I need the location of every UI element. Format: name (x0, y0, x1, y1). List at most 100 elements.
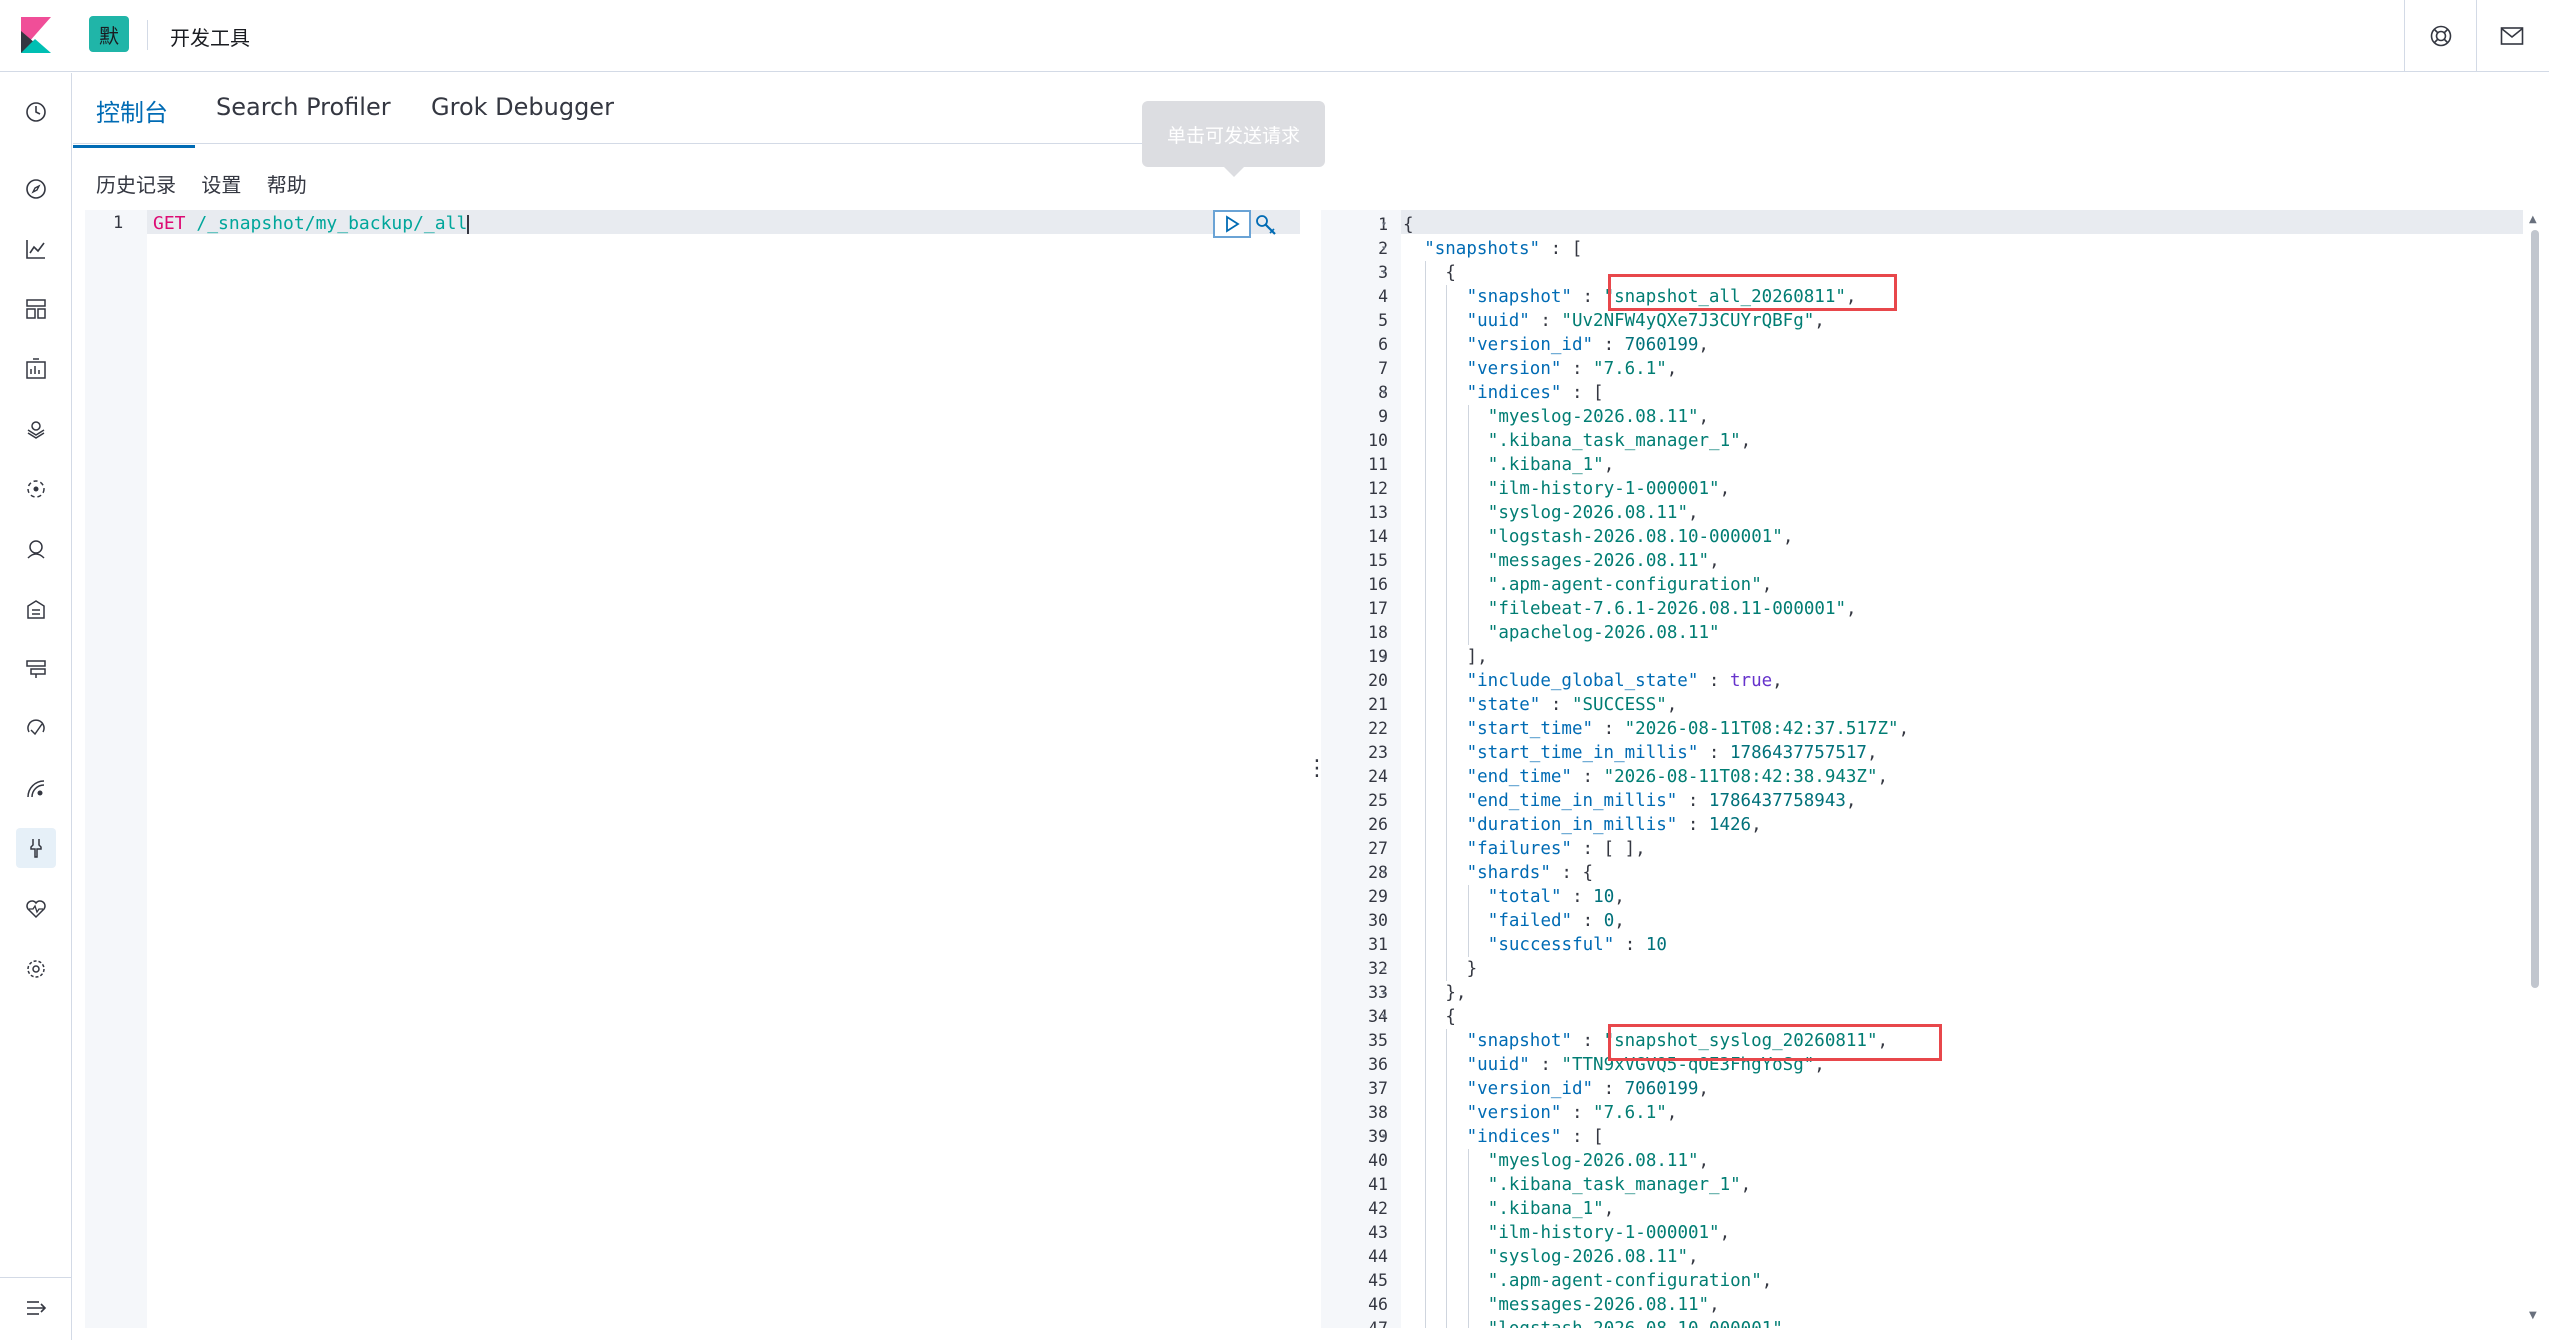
header-divider (2476, 0, 2477, 72)
indent-guide (1446, 309, 1448, 333)
line-number: 5 (1378, 311, 1388, 330)
send-request-tooltip: 单击可发送请求 (1142, 101, 1325, 167)
fold-open-icon[interactable]: ▾ (1381, 1005, 1387, 1029)
scrollbar-thumb[interactable] (2531, 230, 2539, 988)
code-token: "logstash-2026.08.10-000001" (1488, 1319, 1783, 1328)
code-token: "myeslog-2026.08.11" (1487, 1151, 1699, 1171)
code-token: 7060199 (1624, 335, 1699, 355)
code-text: "duration_in_millis" : 1426, (1467, 813, 1762, 837)
indent-guide (1425, 861, 1427, 885)
kibana-logo-icon[interactable] (21, 17, 51, 53)
code-token: "failures" (1466, 839, 1572, 859)
indent-guide (1425, 285, 1427, 309)
indent-guide (1446, 1245, 1448, 1269)
fold-open-icon[interactable]: ▾ (1381, 213, 1387, 237)
code-token: 1786437758943 (1708, 791, 1846, 811)
code-token: , (1761, 1271, 1773, 1291)
code-text: ".apm-agent-configuration", (1488, 573, 1772, 597)
logs-icon[interactable] (21, 594, 51, 624)
code-token: , (1740, 431, 1752, 451)
compass-icon[interactable] (21, 174, 51, 204)
chart-icon[interactable] (21, 234, 51, 264)
monitoring-icon[interactable] (21, 894, 51, 924)
mail-icon[interactable] (2498, 22, 2526, 50)
request-editor[interactable]: 1 GET /_snapshot/my_backup/_all (85, 210, 1300, 1328)
ml-icon[interactable] (21, 474, 51, 504)
scroll-down-icon[interactable]: ▼ (2529, 1310, 2537, 1321)
response-scrollbar[interactable]: ▲ ▼ (2525, 210, 2549, 1328)
code-token: "2026-08-11T08:42:38.943Z" (1603, 767, 1878, 787)
tab-grok-debugger[interactable]: Grok Debugger (431, 93, 614, 121)
indent-guide (1425, 1197, 1427, 1221)
fold-open-icon[interactable]: ▾ (1381, 261, 1387, 285)
settings-link[interactable]: 设置 (201, 173, 241, 197)
indent-guide (1425, 765, 1427, 789)
indent-guide (1425, 525, 1427, 549)
fold-close-icon[interactable]: ▴ (1381, 957, 1387, 981)
tab-search-profiler[interactable]: Search Profiler (216, 93, 391, 121)
send-request-button[interactable] (1213, 210, 1251, 238)
code-text: "successful" : 10 (1488, 933, 1667, 957)
fold-close-icon[interactable]: ▴ (1381, 981, 1387, 1005)
fold-open-icon[interactable]: ▾ (1381, 237, 1387, 261)
apm-icon[interactable] (21, 714, 51, 744)
code-token: , (1687, 1247, 1699, 1267)
menu-dock-icon[interactable] (21, 1293, 51, 1323)
code-text: "logstash-2026.08.10-000001", (1488, 525, 1794, 549)
line-number: 17 (1368, 599, 1388, 618)
infra-icon[interactable] (21, 654, 51, 684)
dashboard-icon[interactable] (21, 294, 51, 324)
actions-wrench-button[interactable] (1252, 212, 1280, 238)
indent-guide (1446, 597, 1448, 621)
code-line: 26 "duration_in_millis" : 1426, (1321, 813, 2523, 837)
line-number: 46 (1368, 1295, 1388, 1314)
code-token: "apachelog-2026.08.11" (1487, 623, 1720, 643)
code-token: : (1561, 1103, 1594, 1123)
indent-guide (1425, 885, 1427, 909)
fold-open-icon[interactable]: ▾ (1381, 1125, 1387, 1149)
devtools-tabs: 控制台 Search Profiler Grok Debugger (73, 73, 1299, 148)
code-line: 6 "version_id" : 7060199, (1321, 333, 2523, 357)
fold-open-icon[interactable]: ▾ (1381, 861, 1387, 885)
code-line: 21 "state" : "SUCCESS", (1321, 693, 2523, 717)
side-nav (0, 73, 72, 1340)
code-token: : (1614, 935, 1646, 955)
siem-icon[interactable] (21, 534, 51, 564)
uptime-icon[interactable] (21, 774, 51, 804)
indent-guide (1425, 837, 1427, 861)
indent-guide (1425, 1293, 1427, 1317)
code-token: : { (1550, 863, 1594, 883)
code-token: } (1466, 959, 1478, 979)
gear-icon[interactable] (21, 954, 51, 984)
code-token: "include_global_state" (1466, 671, 1699, 691)
devtools-icon[interactable] (16, 828, 56, 868)
code-token: "indices" (1466, 383, 1562, 403)
space-avatar[interactable]: 默 (89, 16, 129, 52)
response-editor[interactable]: 1 ▾{2 ▾ "snapshots" : [3 ▾{4 "snapshot" : "sn… (1321, 210, 2523, 1328)
indent-guide (1446, 885, 1448, 909)
indent-guide (1425, 1149, 1427, 1173)
tab-console[interactable]: 控制台 (73, 93, 195, 148)
history-link[interactable]: 历史记录 (96, 173, 176, 197)
clock-icon[interactable] (21, 97, 51, 127)
code-token: "ilm-history-1-000001" (1487, 1223, 1720, 1243)
scroll-up-icon[interactable]: ▲ (2529, 214, 2537, 225)
maps-icon[interactable] (21, 414, 51, 444)
request-line[interactable]: GET /_snapshot/my_backup/_all (153, 213, 470, 234)
code-token: "successful" (1487, 935, 1615, 955)
code-token: : (1529, 311, 1562, 331)
code-token: "7.6.1" (1593, 1103, 1667, 1123)
fold-open-icon[interactable]: ▾ (1381, 381, 1387, 405)
fold-close-icon[interactable]: ▴ (1381, 645, 1387, 669)
pane-resizer-icon[interactable]: ⋮ (1306, 756, 1328, 781)
help-link[interactable]: 帮助 (267, 173, 307, 197)
indent-guide (1425, 573, 1427, 597)
help-icon[interactable] (2427, 22, 2455, 50)
code-token: : [ (1540, 239, 1583, 259)
canvas-icon[interactable] (21, 354, 51, 384)
code-token: "end_time_in_millis" (1466, 791, 1678, 811)
code-token: : (1677, 815, 1709, 835)
indent-guide (1425, 1077, 1427, 1101)
code-text: "indices" : [ (1467, 381, 1604, 405)
code-token: "syslog-2026.08.11" (1487, 1247, 1688, 1267)
